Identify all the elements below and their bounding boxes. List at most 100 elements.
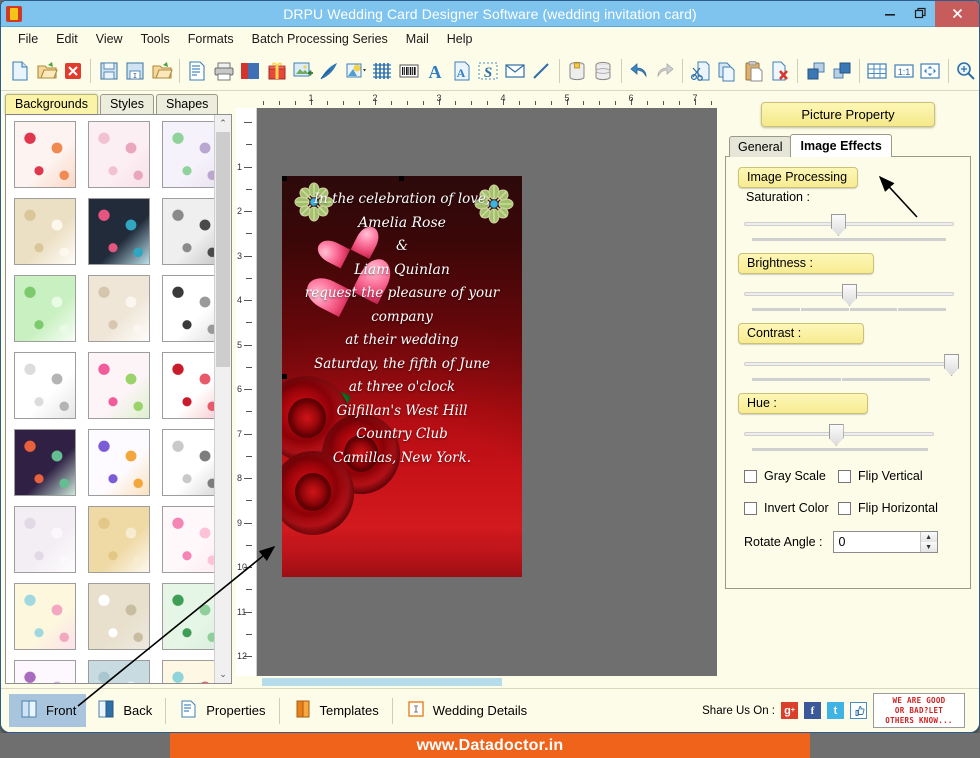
twitter-icon[interactable]: t <box>827 702 844 719</box>
menu-item-help[interactable]: Help <box>438 29 482 49</box>
page-setup-icon[interactable] <box>184 56 210 86</box>
line-icon[interactable] <box>528 56 554 86</box>
redo-icon[interactable] <box>652 56 678 86</box>
card-layers-icon[interactable] <box>237 56 263 86</box>
save-icon[interactable] <box>95 56 121 86</box>
actual-size-icon[interactable]: 1:1 <box>891 56 917 86</box>
background-thumbnail-white-satin-texture[interactable] <box>14 506 76 573</box>
print-icon[interactable] <box>210 56 236 86</box>
delete-icon[interactable] <box>767 56 793 86</box>
background-thumbnail-green-swirl-frame[interactable] <box>14 275 76 342</box>
flip-horizontal-checkbox-box[interactable] <box>838 501 851 515</box>
scroll-down-icon[interactable]: ⌄ <box>215 666 231 683</box>
bottom-item-wedding-details[interactable]: Wedding Details <box>396 694 537 727</box>
close-button[interactable] <box>935 1 979 27</box>
minimize-button[interactable] <box>875 1 905 27</box>
flip-horizontal-checkbox[interactable]: Flip Horizontal <box>838 501 938 515</box>
selection-handle-tc[interactable] <box>399 176 404 181</box>
background-thumbnail-pink-blossom[interactable] <box>162 506 214 573</box>
invert-color-checkbox-box[interactable] <box>744 501 757 515</box>
background-thumbnail-grey-lace[interactable] <box>162 198 214 265</box>
contrast-slider[interactable] <box>738 351 960 381</box>
background-thumbnail-pink-butterfly-floral[interactable] <box>88 352 150 419</box>
rotate-angle-down-icon[interactable]: ▼ <box>920 542 937 552</box>
rotate-angle-up-icon[interactable]: ▲ <box>920 532 937 542</box>
bring-to-front-icon[interactable] <box>802 56 828 86</box>
tab-shapes[interactable]: Shapes <box>156 94 219 114</box>
invert-color-checkbox[interactable]: Invert Color <box>738 501 838 515</box>
save-as-icon[interactable]: I <box>122 56 148 86</box>
background-thumbnail-heart-border-stripes[interactable] <box>162 660 214 683</box>
tab-image-effects[interactable]: Image Effects <box>790 134 892 157</box>
scroll-up-icon[interactable]: ⌃ <box>215 115 231 132</box>
close-document-icon[interactable] <box>60 56 86 86</box>
menu-item-formats[interactable]: Formats <box>179 29 243 49</box>
database-icon[interactable] <box>564 56 590 86</box>
horizontal-scrollbar-thumb[interactable] <box>262 678 502 686</box>
background-thumbnail-white-doves-outline[interactable] <box>14 352 76 419</box>
barcode-icon[interactable] <box>396 56 422 86</box>
bottom-item-back[interactable]: Back <box>86 694 162 727</box>
gray-scale-checkbox-box[interactable] <box>744 469 757 483</box>
grid-icon[interactable] <box>864 56 890 86</box>
pen-icon[interactable] <box>316 56 342 86</box>
wedding-card-image[interactable]: In the celebration of love, Amelia Rose & L… <box>282 176 522 577</box>
background-thumbnail-purple-dahlia[interactable] <box>14 660 76 683</box>
background-thumbnail-blue-heart-drape[interactable] <box>88 660 150 683</box>
background-thumbnail-paisley-multicolor[interactable] <box>14 429 76 496</box>
gift-icon[interactable] <box>263 56 289 86</box>
undo-icon[interactable] <box>625 56 651 86</box>
selection-handle-tl[interactable] <box>282 176 287 181</box>
bottom-item-properties[interactable]: Properties <box>169 694 275 727</box>
database-stack-icon[interactable] <box>590 56 616 86</box>
rotate-angle-stepper[interactable]: ▲ ▼ <box>919 532 937 552</box>
watermark-icon[interactable] <box>369 56 395 86</box>
saturation-slider[interactable] <box>738 211 960 241</box>
fit-to-window-icon[interactable] <box>917 56 943 86</box>
text-box-icon[interactable]: A <box>449 56 475 86</box>
scrollbar-thumb[interactable] <box>216 132 230 367</box>
background-thumbnail-green-paisley-swirl[interactable] <box>162 583 214 650</box>
tab-general[interactable]: General <box>729 136 792 157</box>
insert-image-icon[interactable] <box>290 56 316 86</box>
horizontal-scrollbar[interactable] <box>236 676 717 688</box>
google-plus-icon[interactable]: g + <box>781 702 798 719</box>
menu-item-view[interactable]: View <box>87 29 132 49</box>
new-document-icon[interactable] <box>7 56 33 86</box>
hue-slider-thumb[interactable] <box>828 424 844 446</box>
bottom-item-templates[interactable]: Templates <box>283 694 389 727</box>
copy-icon[interactable] <box>714 56 740 86</box>
menu-item-tools[interactable]: Tools <box>132 29 179 49</box>
background-thumbnail-gold-damask-texture[interactable] <box>88 506 150 573</box>
facebook-icon[interactable]: f <box>804 702 821 719</box>
shape-fill-icon[interactable] <box>343 56 369 86</box>
design-canvas[interactable]: In the celebration of love, Amelia Rose & L… <box>257 108 717 676</box>
paste-icon[interactable] <box>740 56 766 86</box>
background-thumbnail-cream-rose-ring[interactable] <box>14 198 76 265</box>
menu-item-mail[interactable]: Mail <box>397 29 438 49</box>
background-thumbnail-pastel-snowflake[interactable] <box>14 583 76 650</box>
restore-button[interactable] <box>905 1 935 27</box>
menu-item-batch-processing-series[interactable]: Batch Processing Series <box>243 29 397 49</box>
brightness-slider[interactable] <box>738 281 960 311</box>
signature-icon[interactable]: S <box>475 56 501 86</box>
background-thumbnail-sketch-couple[interactable] <box>162 429 214 496</box>
background-thumbnail-bw-stripe-lace[interactable] <box>162 275 214 342</box>
send-to-back-icon[interactable] <box>829 56 855 86</box>
tab-backgrounds[interactable]: Backgrounds <box>5 94 98 114</box>
open-folder-icon[interactable] <box>33 56 59 86</box>
hue-slider[interactable] <box>738 421 960 451</box>
menu-item-edit[interactable]: Edit <box>47 29 87 49</box>
tab-styles[interactable]: Styles <box>99 94 155 114</box>
brightness-slider-thumb[interactable] <box>842 284 857 306</box>
zoom-icon[interactable] <box>953 56 979 86</box>
background-thumbnail-beige-marble[interactable] <box>88 275 150 342</box>
background-thumbnail-navy-floral-border[interactable] <box>88 198 150 265</box>
contrast-slider-track[interactable] <box>744 362 954 366</box>
review-badge[interactable]: WE ARE GOOD OR BAD?LET OTHERS KNOW... <box>873 693 965 728</box>
cut-icon[interactable] <box>687 56 713 86</box>
saturation-slider-track[interactable] <box>744 222 954 226</box>
gray-scale-checkbox[interactable]: Gray Scale <box>738 469 838 483</box>
envelope-icon[interactable] <box>502 56 528 86</box>
menu-item-file[interactable]: File <box>9 29 47 49</box>
